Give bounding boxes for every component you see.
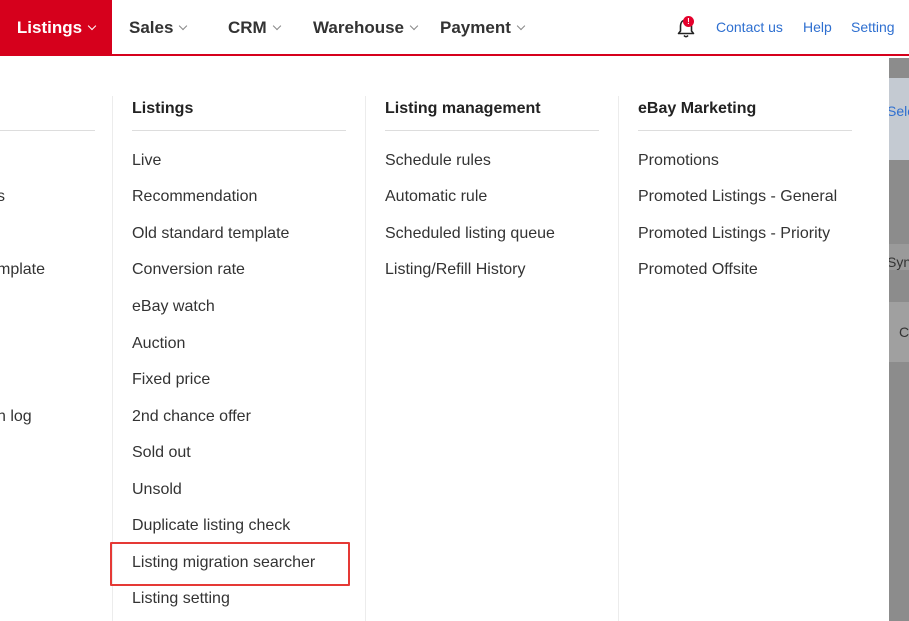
background-sync-text: Syn <box>889 254 909 270</box>
background-cell-text: C <box>899 324 909 340</box>
menu-item-fixed-price[interactable]: Fixed price <box>132 371 210 389</box>
top-navigation-bar: Listings Sales CRM Warehouse Payment ! C… <box>0 0 909 56</box>
menu-item-listing-setting[interactable]: Listing setting <box>132 590 230 608</box>
listings-column-header: Listings <box>132 100 194 117</box>
chevron-down-icon <box>87 21 97 31</box>
nav-payment-label: Payment <box>440 18 511 37</box>
menu-item-schedule-rules[interactable]: Schedule rules <box>385 152 491 170</box>
nav-sales[interactable]: Sales <box>129 0 188 56</box>
chevron-down-icon <box>409 21 419 31</box>
partial-menu-item[interactable]: mplate <box>0 261 45 279</box>
menu-item-unsold[interactable]: Unsold <box>132 481 182 499</box>
listings-dropdown-menu: s mplate n log Listings Live Recommendat… <box>0 58 889 621</box>
menu-item-automatic-rule[interactable]: Automatic rule <box>385 188 487 206</box>
nav-listings[interactable]: Listings <box>0 0 112 56</box>
menu-item-sold-out[interactable]: Sold out <box>132 444 191 462</box>
nav-listings-label: Listings <box>16 18 83 37</box>
column-underline <box>638 130 852 131</box>
nav-crm-label: CRM <box>228 18 267 37</box>
page-overlay-backdrop: Sele Syn C <box>889 58 909 621</box>
column-underline <box>0 130 95 131</box>
chevron-down-icon <box>272 21 281 31</box>
menu-item-old-standard-template[interactable]: Old standard template <box>132 225 289 243</box>
highlight-box <box>110 542 350 586</box>
help-link[interactable]: Help <box>803 19 832 35</box>
menu-item-recommendation[interactable]: Recommendation <box>132 188 257 206</box>
menu-item-auction[interactable]: Auction <box>132 335 185 353</box>
partial-menu-item[interactable]: n log <box>0 408 32 426</box>
menu-item-promoted-offsite[interactable]: Promoted Offsite <box>638 261 758 279</box>
menu-item-promoted-listings-priority[interactable]: Promoted Listings - Priority <box>638 225 830 243</box>
nav-payment[interactable]: Payment <box>440 0 526 56</box>
chevron-down-icon <box>179 21 188 31</box>
partial-menu-item[interactable]: s <box>0 188 5 206</box>
nav-warehouse-label: Warehouse <box>313 18 405 37</box>
menu-item-scheduled-listing-queue[interactable]: Scheduled listing queue <box>385 225 555 243</box>
contact-us-link[interactable]: Contact us <box>716 19 783 35</box>
nav-crm[interactable]: CRM <box>228 0 281 56</box>
chevron-down-icon <box>516 21 526 31</box>
menu-item-listing-refill-history[interactable]: Listing/Refill History <box>385 261 525 279</box>
background-panel <box>889 78 909 160</box>
background-select-text: Sele <box>889 103 909 119</box>
menu-item-duplicate-listing-check[interactable]: Duplicate listing check <box>132 517 290 535</box>
nav-sales-label: Sales <box>129 18 174 37</box>
ebay-marketing-column-header: eBay Marketing <box>638 100 757 117</box>
menu-item-ebay-watch[interactable]: eBay watch <box>132 298 215 316</box>
menu-item-promotions[interactable]: Promotions <box>638 152 719 170</box>
listing-management-column-header: Listing management <box>385 100 541 117</box>
menu-item-promoted-listings-general[interactable]: Promoted Listings - General <box>638 188 837 206</box>
column-divider <box>365 96 366 621</box>
column-underline <box>385 130 599 131</box>
setting-link[interactable]: Setting <box>851 19 895 35</box>
menu-item-live[interactable]: Live <box>132 152 161 170</box>
column-underline <box>132 130 346 131</box>
menu-item-2nd-chance-offer[interactable]: 2nd chance offer <box>132 408 251 426</box>
nav-warehouse[interactable]: Warehouse <box>313 0 419 56</box>
notification-badge: ! <box>683 16 694 27</box>
menu-item-conversion-rate[interactable]: Conversion rate <box>132 261 245 279</box>
column-divider <box>618 96 619 621</box>
